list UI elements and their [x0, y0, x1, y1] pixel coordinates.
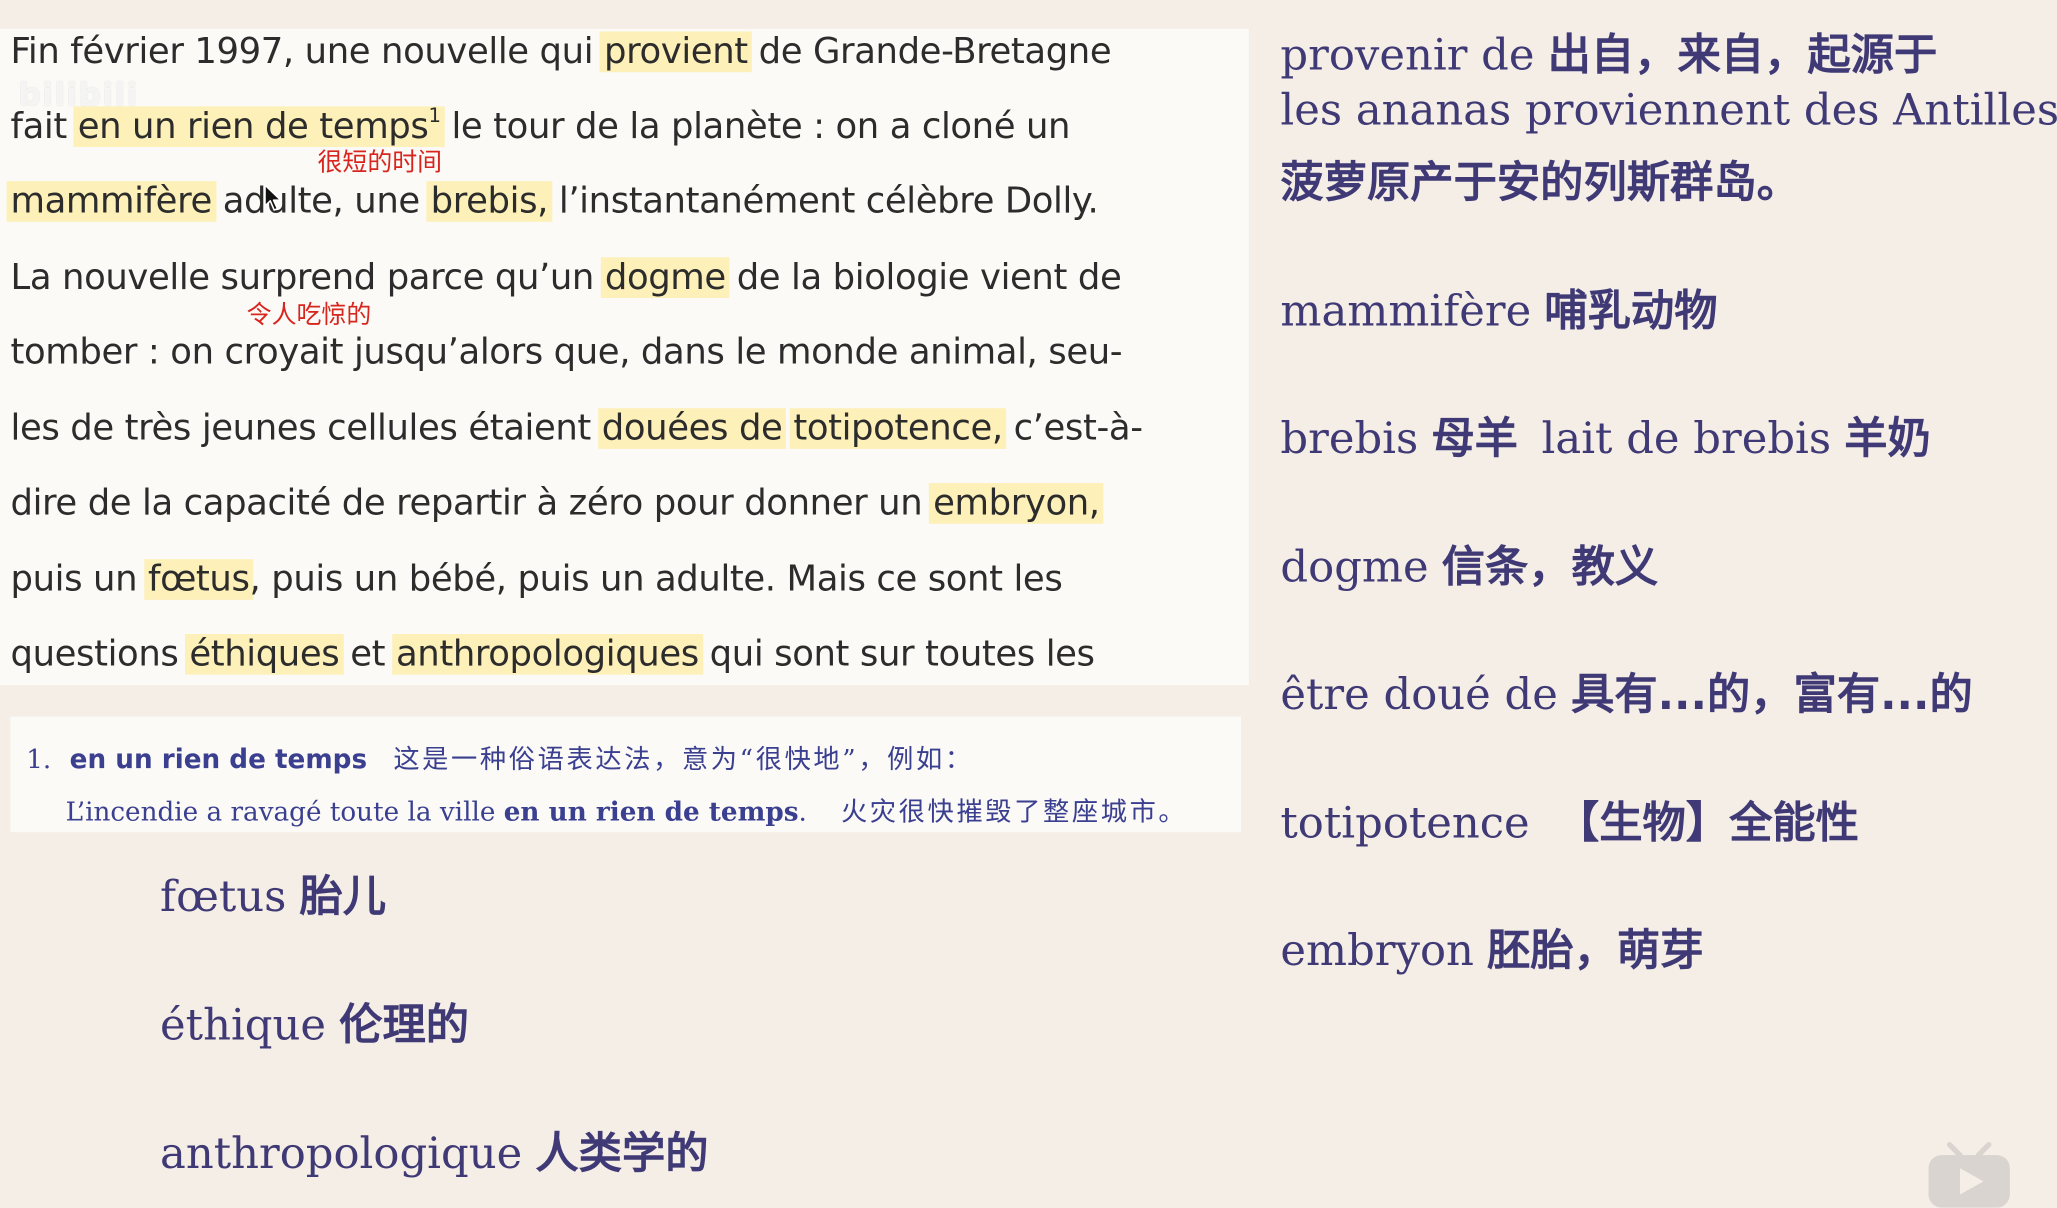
highlight-provient: provient [600, 32, 752, 72]
highlight-totipotence: totipotence, [789, 408, 1007, 449]
mouse-cursor-icon [264, 184, 282, 211]
highlight-douees-de: douées de [597, 408, 787, 449]
annotation-surprend: 令人吃惊的 [246, 300, 372, 330]
footnote-example: L’incendie a ravagé toute la ville en un… [65, 795, 807, 827]
annotation-rien-de-temps: 很短的时间 [317, 148, 443, 178]
vocab-etre-doue-de: être doué de 具有...的，富有...的 [1280, 668, 1973, 720]
highlight-dogme: dogme [600, 257, 730, 298]
vocab-provenir: provenir de 出自，来自，起源于 [1280, 28, 1938, 81]
highlight-foetus: fœtus [144, 559, 254, 600]
passage-line-6: les de très jeunes cellules étaient doué… [10, 408, 1143, 449]
passage-line-2: fait en un rien de temps1 le tour de la … [10, 103, 1071, 148]
passage-line-3: mammifère adulte, une brebis, l’instanta… [6, 176, 1099, 229]
passage-line-1: Fin février 1997, une nouvelle qui provi… [10, 31, 1112, 73]
passage-line-9: questions éthiques et anthropologiques q… [10, 633, 1095, 675]
highlight-en-un-rien-de-temps: en un rien de temps1 [73, 103, 445, 148]
vocab-anthropologique: anthropologique 人类学的 [160, 1127, 709, 1179]
highlight-embryon: embryon, [929, 483, 1104, 524]
passage-line-8: puis un fœtus, puis un bébé, puis un adu… [10, 559, 1063, 600]
passage-line-4: La nouvelle surprend parce qu’un dogme d… [10, 257, 1122, 298]
vocab-example-ananas: les ananas proviennent des Antilles. [1280, 84, 2057, 136]
footnote-term: en un rien de temps [69, 742, 368, 775]
vocab-embryon: embryon 胚胎，萌芽 [1280, 924, 1704, 976]
highlight-brebis: brebis, [426, 181, 552, 222]
vocab-dogme: dogme 信条，教义 [1280, 540, 1659, 592]
highlight-mammifere: mammifère [6, 181, 216, 222]
vocab-totipotence: totipotence 【生物】全能性 [1280, 796, 1859, 848]
vocab-brebis: brebis 母羊 lait de brebis 羊奶 [1280, 412, 1931, 464]
highlight-anthropologiques: anthropologiques [392, 634, 703, 675]
footnote-explanation: 这是一种俗语表达法，意为“很快地”，例如： [393, 742, 974, 775]
footnote-panel: 1. en un rien de temps 这是一种俗语表达法，意为“很快地”，例… [10, 716, 1242, 833]
footnote-ref: 1 [428, 103, 441, 128]
highlight-ethiques: éthiques [185, 634, 344, 675]
footnote-line-2: L’incendie a ravagé toute la ville en un… [66, 790, 1188, 828]
vocab-example-ananas-cn: 菠萝原产于安的列斯群岛。 [1280, 156, 1800, 208]
vocab-mammifere: mammifère 哺乳动物 [1280, 284, 1718, 337]
vocab-ethique: éthique 伦理的 [160, 998, 470, 1051]
bilibili-tv-icon[interactable] [1923, 1139, 2015, 1208]
vocab-foetus: fœtus 胎儿 [160, 870, 387, 922]
slide: bilibili Fin février 1997, une nouvelle … [0, 0, 2057, 1208]
passage-line-5: tomber : on croyait jusqu’alors que, dan… [10, 332, 1123, 373]
footnote-example-cn: 火灾很快摧毁了整座城市。 [840, 795, 1188, 827]
footnote-line-1: 1. en un rien de temps 这是一种俗语表达法，意为“很快地”，例… [26, 738, 974, 776]
footnote-number: 1. [26, 742, 52, 775]
passage-panel: bilibili Fin février 1997, une nouvelle … [0, 28, 1249, 686]
passage-line-7: dire de la capacité de repartir à zéro p… [10, 478, 1104, 531]
